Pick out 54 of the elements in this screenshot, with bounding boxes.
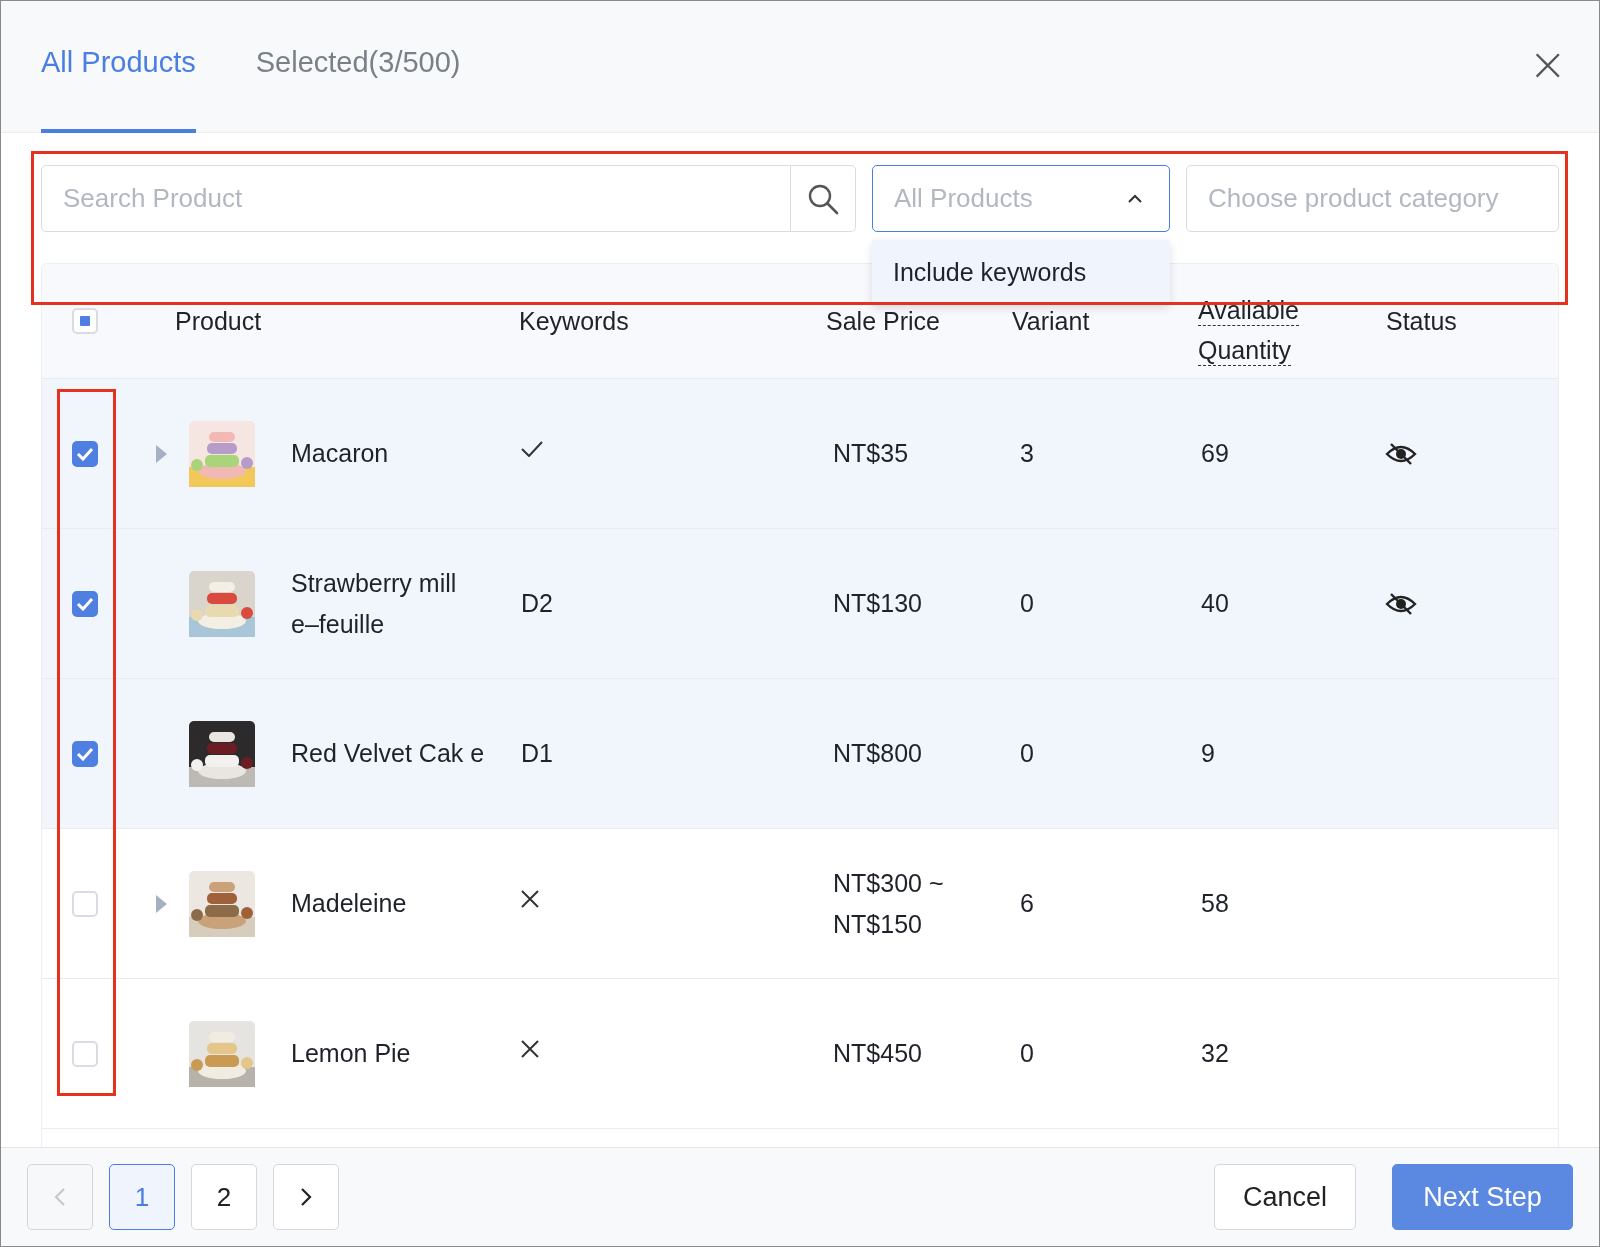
table-cell-text: 58 bbox=[1201, 888, 1230, 919]
table-cell-text: 40 bbox=[1201, 588, 1230, 619]
check-icon bbox=[76, 446, 94, 461]
row-checkbox[interactable] bbox=[72, 440, 98, 467]
column-header: Sale Price bbox=[825, 306, 941, 336]
next-button[interactable]: Next Step bbox=[1392, 1164, 1573, 1230]
close-button[interactable]: × bbox=[1522, 36, 1573, 91]
expand-icon[interactable] bbox=[156, 444, 167, 463]
page-button[interactable]: 1 bbox=[109, 1164, 175, 1230]
table-cell-text: NT$800 bbox=[833, 738, 923, 769]
expand-icon[interactable] bbox=[156, 894, 167, 913]
table-cell-text: 6 bbox=[1020, 888, 1035, 919]
column-header: Status bbox=[1385, 306, 1458, 336]
page-button[interactable]: 2 bbox=[191, 1164, 257, 1230]
eye-slash-icon[interactable] bbox=[1385, 441, 1417, 466]
cross-icon bbox=[521, 1039, 539, 1058]
table-cell-text: NT$450 bbox=[833, 1038, 923, 1069]
product-name: Madeleine bbox=[291, 888, 408, 919]
product-name: Strawberry mill e–feuille bbox=[291, 567, 458, 640]
product-name: Macaron bbox=[291, 438, 390, 469]
menu-item[interactable]: Include keywords bbox=[872, 240, 1170, 305]
table-cell-text: 3 bbox=[1020, 438, 1035, 469]
product-name: Red Velvet Cak e bbox=[291, 738, 486, 769]
column-header: Product bbox=[174, 306, 263, 336]
table-cell-text: D2 bbox=[521, 588, 553, 619]
chevron-right-icon bbox=[300, 1187, 312, 1207]
column-header: Keywords bbox=[518, 306, 630, 336]
table-cell-text: NT$130 bbox=[833, 588, 923, 619]
column-header: Variant bbox=[1011, 306, 1091, 336]
select-all-checkbox[interactable] bbox=[72, 308, 98, 334]
check-icon bbox=[521, 440, 543, 457]
check-icon bbox=[76, 596, 94, 611]
table-cell-text: NT$300 ~ NT$150 bbox=[833, 867, 945, 940]
table-cell-text: 9 bbox=[1201, 738, 1216, 769]
table-cell-text: NT$35 bbox=[833, 438, 910, 469]
table-cell-text: 69 bbox=[1201, 438, 1230, 469]
chevron-left-icon bbox=[54, 1187, 66, 1207]
product-name: Lemon Pie bbox=[291, 1038, 412, 1069]
caret-icon bbox=[1127, 193, 1143, 204]
tab[interactable]: Selected(3/500) bbox=[255, 1, 461, 133]
row-checkbox[interactable] bbox=[72, 590, 98, 617]
cross-icon bbox=[521, 889, 539, 908]
table-cell-text: 0 bbox=[1020, 738, 1035, 769]
table-cell-text: D1 bbox=[521, 738, 553, 769]
table-cell-text: 32 bbox=[1201, 1038, 1230, 1069]
row-checkbox[interactable] bbox=[72, 740, 98, 767]
check-icon bbox=[76, 746, 94, 761]
tab[interactable]: All Products bbox=[41, 1, 196, 133]
eye-slash-icon[interactable] bbox=[1385, 591, 1417, 616]
category-select[interactable]: Choose product category bbox=[1186, 165, 1559, 232]
cancel-button[interactable]: Cancel bbox=[1214, 1164, 1356, 1230]
table-cell-text: 0 bbox=[1020, 1038, 1035, 1069]
table-cell-text: 0 bbox=[1020, 588, 1035, 619]
filter-select[interactable]: All Products bbox=[872, 165, 1170, 232]
